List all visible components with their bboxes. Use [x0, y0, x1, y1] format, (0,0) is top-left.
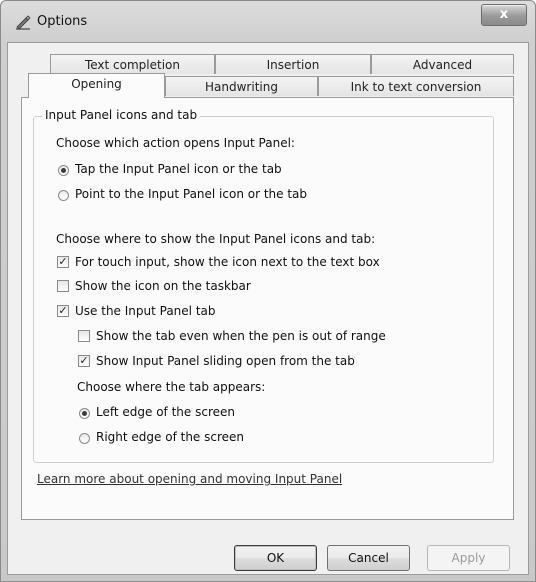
tab-handwriting[interactable]: Handwriting [165, 76, 318, 96]
close-button[interactable]: x [481, 4, 527, 26]
checkbox-touch-input-label[interactable]: For touch input, show the icon next to t… [75, 255, 380, 269]
tab-opening[interactable]: Opening [28, 73, 165, 98]
radio-left-edge[interactable] [79, 408, 90, 419]
tab-edge-question: Choose where the tab appears: [77, 380, 266, 394]
tab-advanced[interactable]: Advanced [371, 54, 514, 74]
close-icon: x [499, 7, 509, 22]
tab-insertion[interactable]: Insertion [215, 54, 371, 74]
radio-right-edge-label[interactable]: Right edge of the screen [96, 430, 244, 444]
tab-ink-to-text-conversion[interactable]: Ink to text conversion [318, 76, 514, 96]
radio-point-label[interactable]: Point to the Input Panel icon or the tab [75, 187, 307, 201]
checkbox-use-tab[interactable]: ✓ [57, 305, 69, 317]
tab-text-completion[interactable]: Text completion [50, 54, 215, 74]
show-where-question: Choose where to show the Input Panel ico… [56, 232, 376, 246]
radio-left-edge-label[interactable]: Left edge of the screen [96, 405, 235, 419]
checkbox-touch-input[interactable]: ✓ [57, 256, 69, 268]
pen-options-icon [16, 15, 31, 30]
radio-tap[interactable] [58, 165, 69, 176]
apply-button[interactable]: Apply [427, 545, 510, 571]
radio-point[interactable] [58, 190, 69, 201]
checkbox-sliding[interactable]: ✓ [78, 355, 90, 367]
learn-more-link[interactable]: Learn more about opening and moving Inpu… [37, 472, 342, 486]
title-bar[interactable]: Options x [1, 1, 535, 43]
cancel-button[interactable]: Cancel [327, 545, 410, 571]
checkbox-use-tab-label[interactable]: Use the Input Panel tab [75, 304, 216, 318]
checkbox-sliding-label[interactable]: Show Input Panel sliding open from the t… [96, 354, 355, 368]
checkbox-out-of-range-label[interactable]: Show the tab even when the pen is out of… [96, 329, 386, 343]
ok-button[interactable]: OK [234, 545, 317, 571]
window-title: Options [37, 14, 88, 29]
radio-right-edge[interactable] [79, 433, 90, 444]
checkbox-out-of-range[interactable] [78, 330, 90, 342]
checkbox-taskbar[interactable] [57, 280, 69, 292]
radio-tap-label[interactable]: Tap the Input Panel icon or the tab [75, 162, 282, 176]
open-action-question: Choose which action opens Input Panel: [56, 136, 295, 150]
group-legend: Input Panel icons and tab [42, 108, 201, 122]
checkbox-taskbar-label[interactable]: Show the icon on the taskbar [75, 279, 251, 293]
